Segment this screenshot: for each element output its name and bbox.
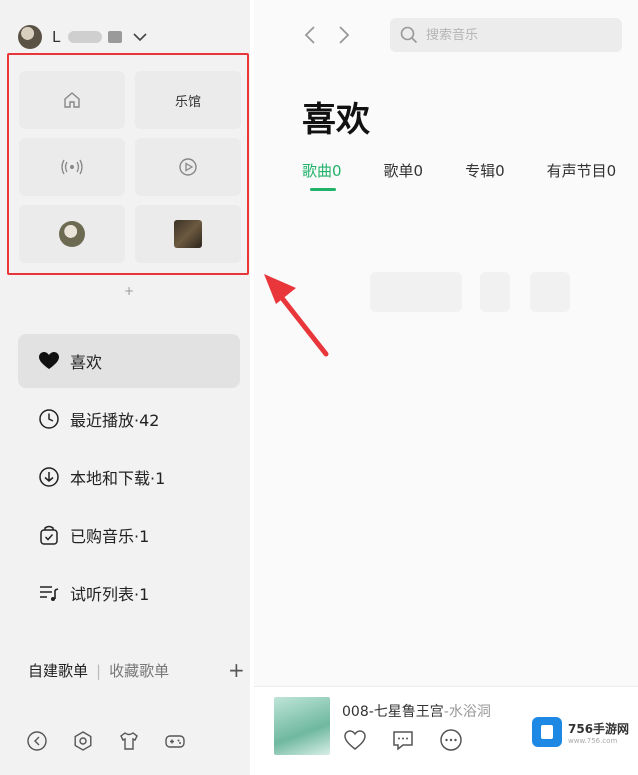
tile-singer[interactable] xyxy=(19,205,125,263)
empty-placeholder-block xyxy=(530,272,570,312)
like-heart-icon[interactable] xyxy=(342,727,368,753)
sidebar-item-label: 试听列表·1 xyxy=(70,585,150,604)
content-tabs: 歌曲0 歌单0 专辑0 有声节目0 xyxy=(302,160,638,191)
player-actions xyxy=(342,727,464,753)
sidebar-item-local-download[interactable]: 本地和下载·1 xyxy=(18,450,240,504)
annotation-arrow-icon xyxy=(264,274,329,357)
sidebar-item-purchased[interactable]: 已购音乐·1 xyxy=(18,508,240,562)
sidebar-item-label: 最近播放·42 xyxy=(70,411,160,430)
clock-icon xyxy=(38,408,60,430)
playlist-icon xyxy=(38,582,60,604)
tab-audio-programs[interactable]: 有声节目0 xyxy=(547,160,617,181)
tab-playlists[interactable]: 歌单0 xyxy=(384,160,424,181)
tab-collected-playlists[interactable]: 收藏歌单 xyxy=(109,660,169,681)
track-info[interactable]: 008-七星鲁王宫-水浴洞 xyxy=(342,701,491,721)
more-icon[interactable] xyxy=(438,727,464,753)
singer-avatar xyxy=(59,221,85,247)
empty-placeholder-block xyxy=(480,272,510,312)
video-play-icon xyxy=(177,156,199,178)
tile-album[interactable] xyxy=(135,205,241,263)
main-panel: 喜欢 歌曲0 歌单0 专辑0 有声节目0 xyxy=(254,0,638,775)
sidebar-item-label: 喜欢 xyxy=(70,353,103,372)
download-icon xyxy=(38,466,60,488)
tab-created-playlists[interactable]: 自建歌单 xyxy=(28,660,88,681)
sidebar-item-label: 本地和下载·1 xyxy=(70,469,166,488)
history-nav xyxy=(302,24,352,46)
skin-icon[interactable] xyxy=(118,730,140,752)
radio-icon xyxy=(59,156,85,178)
playlist-tab-separator: | xyxy=(96,661,102,680)
shopping-bag-icon xyxy=(38,524,60,546)
tile-video[interactable] xyxy=(135,138,241,196)
sidebar-item-trial-list[interactable]: 试听列表·1 xyxy=(18,566,240,620)
tile-home[interactable] xyxy=(19,71,125,129)
watermark-brand: 756手游网 xyxy=(568,721,630,736)
watermark-url: www.756.com xyxy=(568,736,618,745)
playlist-tabs: 自建歌单 | 收藏歌单 xyxy=(28,660,169,681)
level-badge[interactable] xyxy=(108,31,123,43)
search-icon xyxy=(400,26,418,44)
tab-albums[interactable]: 专辑0 xyxy=(465,160,505,181)
search-box[interactable] xyxy=(390,18,622,52)
back-arrow-icon[interactable] xyxy=(302,24,318,46)
back-circle-icon[interactable] xyxy=(26,730,48,752)
sidebar: L 乐馆 + 喜欢 最近播放·42 本地和下载·1 已购音乐·1 试听列表·1 … xyxy=(0,0,250,775)
pin-icon[interactable]: + xyxy=(124,284,134,298)
tile-radio[interactable] xyxy=(19,138,125,196)
search-input[interactable] xyxy=(426,27,606,43)
add-playlist-button[interactable]: + xyxy=(228,658,245,682)
watermark-logo-icon xyxy=(532,717,562,747)
sidebar-item-recent[interactable]: 最近播放·42 xyxy=(18,392,240,446)
track-title: 008-七星鲁王宫 xyxy=(342,704,444,720)
chevron-down-icon[interactable] xyxy=(132,29,148,45)
game-icon[interactable] xyxy=(164,730,186,752)
tile-music-hall-label: 乐馆 xyxy=(174,94,201,110)
site-watermark: 756手游网 www.756.com xyxy=(528,712,632,752)
empty-placeholder-block xyxy=(370,272,462,312)
user-name[interactable]: L xyxy=(52,28,60,46)
settings-icon[interactable] xyxy=(72,730,94,752)
tile-music-hall[interactable]: 乐馆 xyxy=(135,71,241,129)
quick-access-highlight: 乐馆 xyxy=(7,53,249,275)
album-cover xyxy=(174,220,202,248)
user-avatar[interactable] xyxy=(18,25,42,49)
home-icon xyxy=(61,89,83,111)
sidebar-footer xyxy=(26,730,186,752)
comment-icon[interactable] xyxy=(390,727,416,753)
tab-songs[interactable]: 歌曲0 xyxy=(302,160,342,191)
page-title: 喜欢 xyxy=(302,100,370,140)
heart-icon xyxy=(38,350,60,372)
sidebar-item-favorites[interactable]: 喜欢 xyxy=(18,334,240,388)
sidebar-item-label: 已购音乐·1 xyxy=(70,527,150,546)
track-artist[interactable]: -水浴洞 xyxy=(444,704,491,720)
forward-arrow-icon[interactable] xyxy=(336,24,352,46)
watermark-text: 756手游网 www.756.com xyxy=(568,720,629,745)
user-bar[interactable]: L xyxy=(18,24,148,50)
track-cover[interactable] xyxy=(274,697,330,755)
vip-badge[interactable] xyxy=(68,31,103,43)
